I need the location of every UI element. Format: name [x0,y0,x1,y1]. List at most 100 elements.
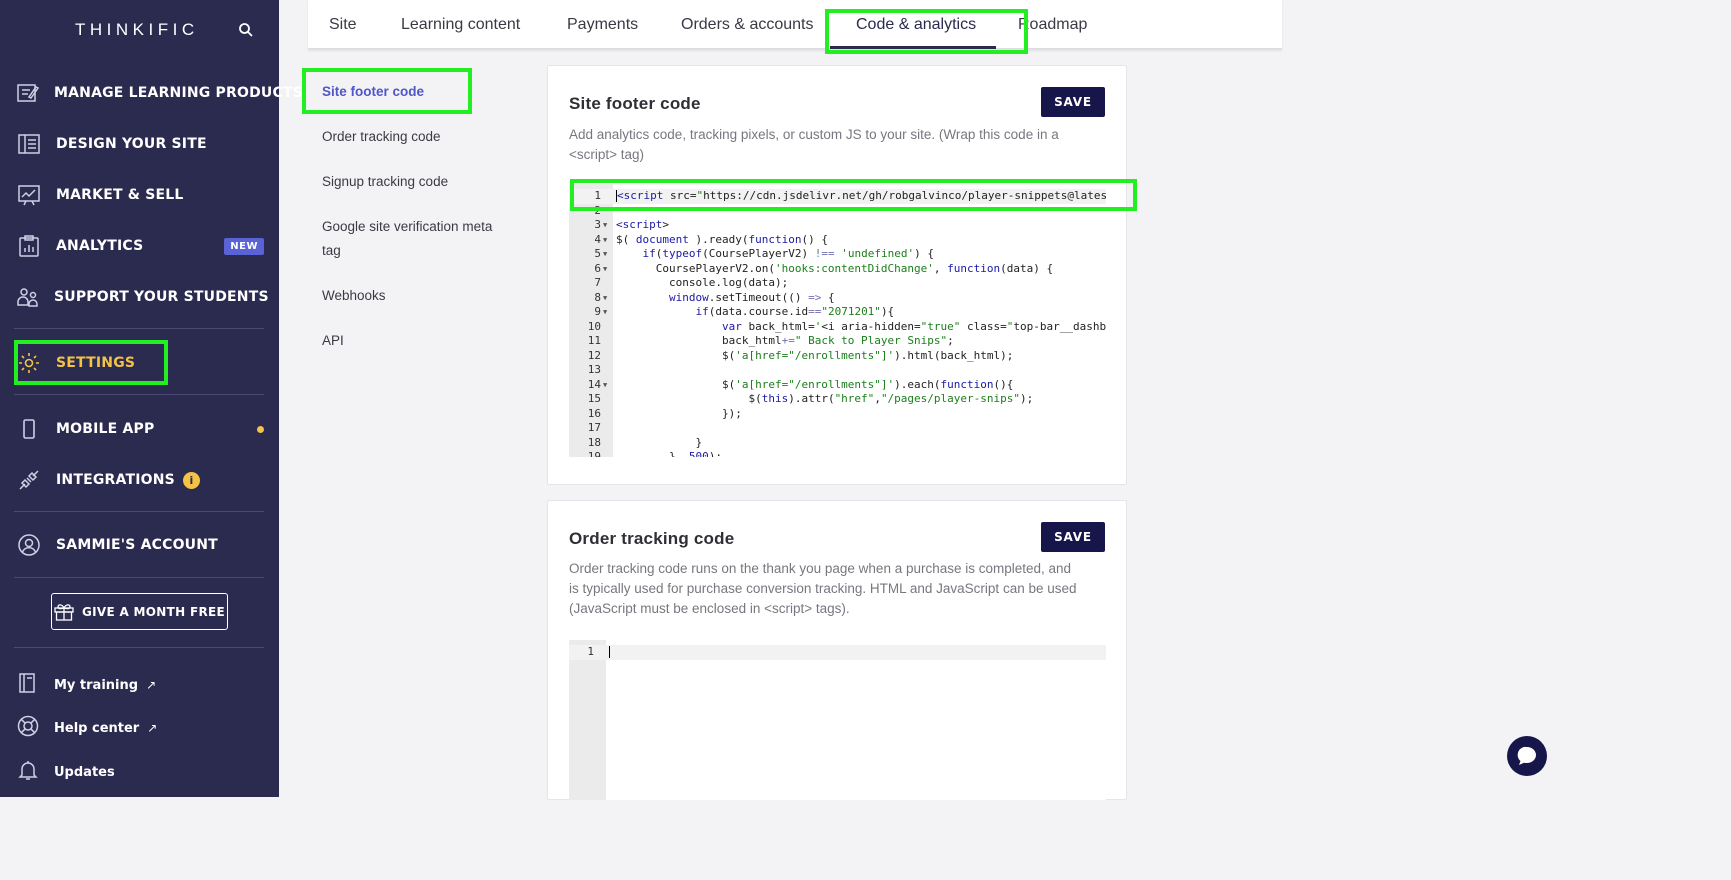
line-number: 7 [594,276,601,289]
sidebar-item-label: SETTINGS [56,355,136,371]
code-text: CoursePlayerV2.on('hooks:contentDidChang… [616,261,1054,275]
fold-arrow-icon[interactable]: ▼ [603,218,607,233]
code-text: if(data.course.id=="2071201"){ [695,305,895,318]
sidebar-item-label: MOBILE APP [56,421,155,437]
subnav-webhooks[interactable]: Webhooks [322,284,507,308]
line-number: 6 [594,261,601,275]
thinkific-logo[interactable]: THINKIFIC [75,20,199,40]
code-line: 4 ▼ $( document ).ready(function() { [569,233,1106,248]
save-button[interactable]: SAVE [1041,522,1105,552]
sidebar-item-design-your-site[interactable]: DESIGN YOUR SITE [16,124,266,164]
sidebar-item-integrations[interactable]: INTEGRATIONS i [16,460,266,500]
code-line: 16 }); [569,407,1106,422]
bell-icon [16,758,40,786]
notification-dot [257,425,264,433]
active-tab-indicator [830,46,996,49]
gift-button-label: GIVE A MONTH FREE [82,604,225,619]
code-text: <script src="https://cdn.jsdelivr.net/gh… [616,189,1106,202]
save-button[interactable]: SAVE [1041,87,1105,117]
code-text: $('a[href="/enrollments"]').each(functio… [616,377,1014,391]
sidebar-item-label: Help center [54,720,140,736]
code-text: $(this).attr("href","/pages/player-snips… [616,392,1034,405]
line-number: 15 [587,392,601,405]
line-number: 18 [587,435,601,449]
subnav-signup-tracking-code[interactable]: Signup tracking code [322,170,507,194]
chat-icon [1517,746,1536,765]
pencil-board-icon [16,80,40,106]
fold-arrow-icon[interactable]: ▼ [603,305,607,320]
code-text: window.setTimeout(() => { [668,290,835,304]
user-circle-icon [16,532,42,558]
sidebar-item-updates[interactable]: Updates [16,756,115,788]
card-title: Order tracking code [569,529,735,548]
sidebar-item-label: Updates [54,764,115,780]
line-number: 11 [587,334,601,347]
subnav-api[interactable]: API [322,329,507,353]
external-link-icon: ↗ [146,678,157,692]
search-icon[interactable] [238,22,254,38]
give-a-month-free-button[interactable]: GIVE A MONTH FREE [51,593,228,630]
card-description: Order tracking code runs on the thank yo… [569,561,1077,616]
subnav-google-site-verification[interactable]: Google site verification meta tag [322,215,507,263]
tab-code-analytics[interactable]: Code & analytics [856,16,976,34]
gift-icon [54,603,74,621]
fold-arrow-icon[interactable]: ▼ [603,247,607,262]
sidebar-divider [14,328,264,329]
sidebar-item-account[interactable]: SAMMIE'S ACCOUNT [16,525,266,565]
line-number: 19 [587,450,601,457]
code-line: 1 <script src="https://cdn.jsdelivr.net/g… [569,189,1106,204]
chat-button[interactable] [1507,736,1547,776]
subnav-order-tracking-code[interactable]: Order tracking code [322,125,507,149]
sidebar-item-analytics[interactable]: ANALYTICS NEW [16,226,266,266]
code-text: }, 500); [616,450,722,457]
sidebar-item-label: SAMMIE'S ACCOUNT [56,537,218,553]
line-number: 5 [594,247,601,260]
layout-icon [16,131,42,157]
tab-orders-accounts[interactable]: Orders & accounts [681,16,814,34]
code-line: 1 [569,645,1106,660]
code-line: 14 ▼ $('a[href="/enrollments"]').each(fun… [569,378,1106,393]
line-number: 17 [587,421,601,434]
sidebar-item-label: MANAGE LEARNING PRODUCTS [54,85,303,101]
subnav-site-footer-code[interactable]: Site footer code [322,80,507,104]
sidebar-item-label: MARKET & SELL [56,187,184,203]
code-text: } [616,435,703,449]
fold-arrow-icon[interactable]: ▼ [603,291,607,306]
tab-roadmap[interactable]: Roadmap [1018,16,1087,34]
code-line: 8 ▼ window.setTimeout(() => { [569,291,1106,306]
sidebar-item-market-sell[interactable]: MARKET & SELL [16,175,266,215]
card-description: Add analytics code, tracking pixels, or … [569,127,1059,162]
code-text: $('a[href="/enrollments"]').html(back_ht… [616,348,1014,362]
line-number: 13 [587,363,601,376]
sidebar-item-label: SUPPORT YOUR STUDENTS [54,289,269,305]
code-text [609,645,610,660]
code-editor[interactable]: 1 <script src="https://cdn.jsdelivr.net/g… [569,184,1106,457]
code-text: $( document ).ready(function() { [616,232,828,246]
code-line: 2 [569,204,1106,219]
code-text: back_html+=" Back to Player Snips"; [616,334,954,347]
fold-arrow-icon[interactable]: ▼ [603,262,607,277]
code-line: 13 [569,363,1106,378]
info-icon: i [182,471,200,489]
code-line: 12 $('a[href="/enrollments"]').html(back… [569,349,1106,364]
tab-learning-content[interactable]: Learning content [401,16,520,34]
code-line: 19 }, 500); [569,450,1106,457]
people-icon [16,284,40,310]
line-number: 8 [594,290,601,304]
sidebar-item-mobile-app[interactable]: MOBILE APP [16,409,266,449]
code-text: <script> [616,218,669,231]
code-editor[interactable]: 1 [569,640,1106,800]
sidebar-item-settings[interactable]: SETTINGS [16,343,266,383]
code-line: 15 $(this).attr("href","/pages/player-sn… [569,392,1106,407]
sidebar-item-support-your-students[interactable]: SUPPORT YOUR STUDENTS [16,277,269,317]
sidebar-item-manage-learning-products[interactable]: MANAGE LEARNING PRODUCTS [16,73,303,113]
code-line: 11 back_html+=" Back to Player Snips"; [569,334,1106,349]
tab-site[interactable]: Site [329,16,357,34]
settings-tabs: Site Learning content Payments Orders & … [308,0,1282,49]
sidebar-item-help-center[interactable]: Help center ↗ [16,712,157,744]
line-number: 12 [587,348,601,362]
fold-arrow-icon[interactable]: ▼ [603,378,607,393]
sidebar-item-my-training[interactable]: My training ↗ [16,669,156,701]
tab-payments[interactable]: Payments [567,16,638,34]
fold-arrow-icon[interactable]: ▼ [603,233,607,248]
